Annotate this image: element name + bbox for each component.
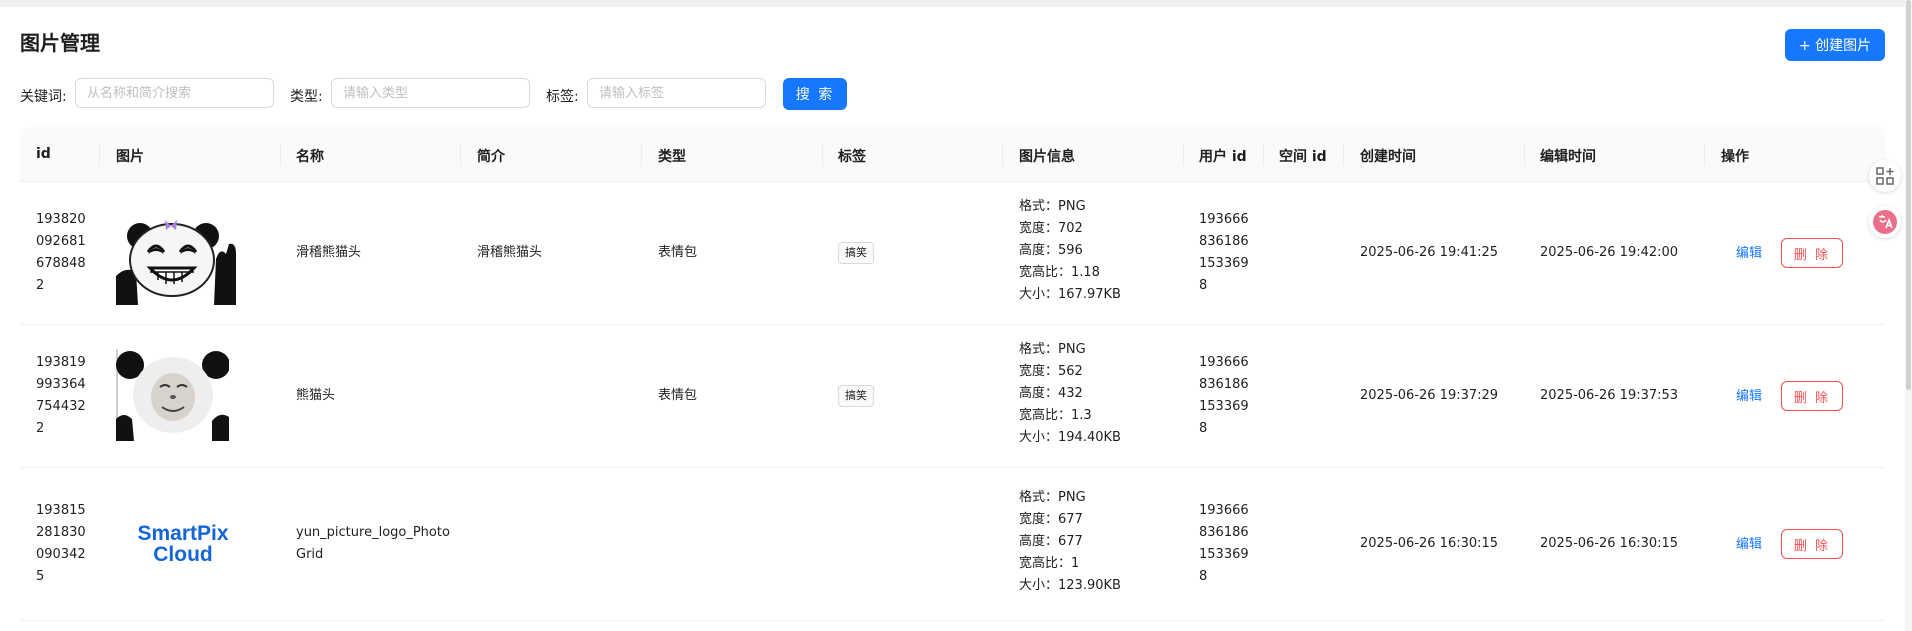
row-edited-time: 2025-06-26 19:37:53 — [1540, 388, 1679, 403]
tags-input[interactable] — [587, 78, 766, 108]
row-edited-time: 2025-06-26 19:42:00 — [1540, 245, 1679, 260]
scrollbar-thumb[interactable] — [1906, 0, 1911, 390]
table-row: 193820 092681 678848 2 滑稽熊猫头 滑稽熊猫头 表情包 搞… — [20, 182, 1885, 325]
col-divider — [1263, 144, 1264, 166]
delete-button-label: 删 除 — [1793, 247, 1831, 263]
row-picture-info: 格式：PNG 宽度：702 高度：596 宽高比：1.18 大小：167.97K… — [1019, 199, 1121, 302]
edit-link[interactable]: 编辑 — [1736, 242, 1762, 261]
table-row: 193819 993364 754432 2 熊猫头 表情包 搞笑 格式：PNG… — [20, 325, 1885, 468]
row-user-id: 193666 836186 153369 8 — [1199, 212, 1249, 293]
delete-button[interactable]: 删 除 — [1781, 529, 1843, 559]
search-button-label: 搜 索 — [795, 87, 835, 103]
row-name: 滑稽熊猫头 — [296, 245, 362, 260]
delete-button[interactable]: 删 除 — [1781, 381, 1843, 411]
row-user-id: 193666 836186 153369 8 — [1199, 503, 1249, 584]
col-divider — [1002, 144, 1003, 166]
col-category: 类型 — [658, 149, 686, 165]
col-divider — [822, 144, 823, 166]
col-image: 图片 — [116, 149, 144, 165]
top-strip — [0, 0, 1912, 7]
category-label: 类型: — [290, 89, 323, 105]
col-name: 名称 — [296, 149, 324, 165]
row-picture-info: 格式：PNG 宽度：677 高度：677 宽高比：1 大小：123.90KB — [1019, 490, 1121, 593]
keyword-input[interactable] — [75, 78, 274, 108]
row-user-id: 193666 836186 153369 8 — [1199, 355, 1249, 436]
translate-button[interactable] — [1869, 206, 1901, 238]
qr-grid-icon — [1876, 167, 1894, 185]
panda-grin-image[interactable] — [116, 214, 236, 305]
col-divider — [460, 144, 461, 166]
row-created-time: 2025-06-26 19:37:29 — [1360, 388, 1499, 403]
row-id: 193819 993364 754432 2 — [36, 355, 86, 436]
col-divider — [1524, 144, 1525, 166]
delete-button-label: 删 除 — [1793, 390, 1831, 406]
col-id: id — [36, 146, 51, 162]
delete-button[interactable]: 删 除 — [1781, 238, 1843, 268]
table-row: 193815 281830 090342 5 SmartPix Cloud yu… — [20, 468, 1885, 621]
row-category: 表情包 — [658, 388, 698, 403]
col-intro: 简介 — [477, 149, 505, 165]
edit-link[interactable]: 编辑 — [1736, 533, 1762, 552]
translate-icon — [1873, 210, 1897, 234]
col-divider — [280, 144, 281, 166]
qr-grid-button[interactable] — [1869, 160, 1901, 192]
col-divider — [1704, 144, 1705, 166]
table-header: id 图片 名称 简介 类型 标签 图片信息 用户 id 空间 id 创建时间 … — [20, 127, 1885, 182]
row-created-time: 2025-06-26 19:41:25 — [1360, 245, 1499, 260]
row-name: yun_picture_logo_Photo Grid — [296, 525, 450, 562]
row-edited-time: 2025-06-26 16:30:15 — [1540, 536, 1679, 551]
col-tags: 标签 — [838, 149, 866, 165]
col-divider — [99, 144, 100, 166]
create-picture-button-label: + 创建图片 — [1798, 38, 1872, 54]
edit-link[interactable]: 编辑 — [1736, 385, 1762, 404]
col-created-time: 创建时间 — [1360, 149, 1416, 165]
page-title: 图片管理 — [20, 31, 100, 55]
row-id: 193820 092681 678848 2 — [36, 212, 86, 293]
col-divider — [1343, 144, 1344, 166]
col-user-id: 用户 id — [1199, 149, 1247, 165]
row-created-time: 2025-06-26 16:30:15 — [1360, 536, 1499, 551]
row-tag: 搞笑 — [838, 242, 874, 264]
col-edited-time: 编辑时间 — [1540, 149, 1596, 165]
col-space-id: 空间 id — [1279, 149, 1327, 165]
row-picture-info: 格式：PNG 宽度：562 高度：432 宽高比：1.3 大小：194.40KB — [1019, 342, 1121, 445]
smartpix-logo-image[interactable]: SmartPix Cloud — [128, 523, 238, 565]
category-input[interactable] — [331, 78, 530, 108]
page-scrollbar[interactable] — [1905, 0, 1912, 631]
delete-button-label: 删 除 — [1793, 538, 1831, 554]
col-divider — [641, 144, 642, 166]
create-picture-button[interactable]: + 创建图片 — [1785, 29, 1885, 61]
col-actions: 操作 — [1721, 149, 1749, 165]
keyword-label: 关键词: — [20, 89, 67, 105]
search-button[interactable]: 搜 索 — [783, 78, 847, 110]
row-category: 表情包 — [658, 245, 698, 260]
row-id: 193815 281830 090342 5 — [36, 503, 86, 584]
row-intro: 滑稽熊猫头 — [477, 245, 543, 260]
row-name: 熊猫头 — [296, 388, 336, 403]
col-divider — [1183, 144, 1184, 166]
row-tag: 搞笑 — [838, 385, 874, 407]
picture-table: id 图片 名称 简介 类型 标签 图片信息 用户 id 空间 id 创建时间 … — [20, 127, 1885, 621]
panda-head-image[interactable] — [116, 349, 229, 441]
col-picture-info: 图片信息 — [1019, 149, 1075, 165]
tags-label: 标签: — [546, 89, 579, 105]
